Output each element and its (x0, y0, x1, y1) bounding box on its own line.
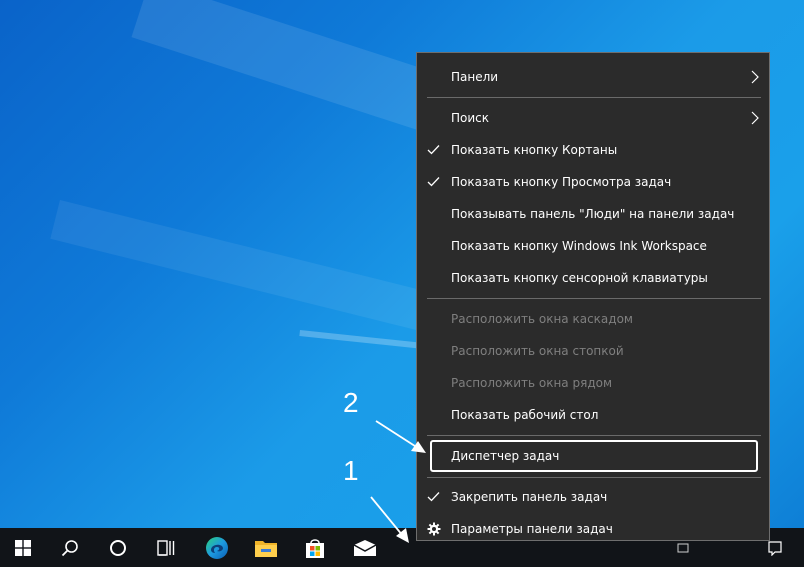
file-explorer-icon (255, 540, 277, 557)
file-explorer-button[interactable] (243, 528, 289, 567)
menu-item-label: Расположить окна стопкой (451, 344, 624, 358)
menu-item-show-desktop[interactable]: Показать рабочий стол (417, 400, 769, 430)
search-icon (61, 539, 78, 556)
menu-item-show-touch-keyboard[interactable]: Показать кнопку сенсорной клавиатуры (417, 263, 769, 293)
menu-separator (427, 97, 761, 98)
menu-item-taskbar-settings[interactable]: Параметры панели задач (417, 514, 769, 544)
search-button[interactable] (47, 528, 93, 567)
menu-item-cascade-windows: Расположить окна каскадом (417, 304, 769, 334)
menu-item-label: Показать кнопку Windows Ink Workspace (451, 239, 707, 253)
menu-item-show-ink-workspace[interactable]: Показать кнопку Windows Ink Workspace (417, 231, 769, 261)
menu-item-label: Параметры панели задач (451, 522, 613, 536)
menu-item-label: Диспетчер задач (451, 449, 560, 463)
mail-icon (353, 539, 377, 556)
menu-item-lock-taskbar[interactable]: Закрепить панель задач (417, 482, 769, 512)
menu-item-label: Показать кнопку Просмотра задач (451, 175, 672, 189)
task-view-button[interactable] (143, 528, 189, 567)
menu-item-show-cortana[interactable]: Показать кнопку Кортаны (417, 135, 769, 165)
menu-item-label: Расположить окна каскадом (451, 312, 633, 326)
cortana-button[interactable] (95, 528, 141, 567)
menu-item-label: Показывать панель "Люди" на панели задач (451, 207, 735, 221)
menu-item-label: Расположить окна рядом (451, 376, 613, 390)
menu-item-task-manager[interactable]: Диспетчер задач (430, 440, 758, 472)
menu-item-label: Показать кнопку сенсорной клавиатуры (451, 271, 708, 285)
checkmark-icon (427, 492, 440, 502)
chevron-right-icon (751, 70, 759, 84)
callout-number-two: 2 (343, 387, 359, 418)
cortana-circle-icon (110, 539, 126, 556)
edge-button[interactable] (194, 528, 240, 567)
task-view-icon (157, 539, 175, 556)
notification-icon (768, 540, 782, 556)
taskbar-context-menu: Панели Поиск Показать кнопку Кортаны Пок… (416, 52, 770, 541)
checkmark-icon (427, 177, 440, 187)
menu-item-stack-windows: Расположить окна стопкой (417, 336, 769, 366)
gear-icon (427, 522, 441, 536)
windows-start-icon (15, 539, 31, 556)
menu-item-label: Показать рабочий стол (451, 408, 599, 422)
mail-button[interactable] (342, 528, 388, 567)
menu-item-side-by-side: Расположить окна рядом (417, 368, 769, 398)
checkmark-icon (427, 145, 440, 155)
menu-item-label: Показать кнопку Кортаны (451, 143, 618, 157)
menu-item-label: Панели (451, 70, 499, 84)
menu-item-label: Закрепить панель задач (451, 490, 608, 504)
menu-item-search[interactable]: Поиск (417, 103, 769, 133)
menu-item-panels[interactable]: Панели (417, 62, 769, 92)
chevron-right-icon (751, 111, 759, 125)
menu-separator (427, 477, 761, 478)
store-icon (306, 538, 324, 558)
menu-separator (427, 298, 761, 299)
start-button[interactable] (0, 528, 46, 567)
menu-separator (427, 435, 761, 436)
edge-icon (206, 536, 228, 559)
menu-item-label: Поиск (451, 111, 490, 125)
callout-number-one: 1 (343, 455, 359, 486)
store-button[interactable] (292, 528, 338, 567)
menu-item-show-task-view[interactable]: Показать кнопку Просмотра задач (417, 167, 769, 197)
menu-item-show-people[interactable]: Показывать панель "Люди" на панели задач (417, 199, 769, 229)
